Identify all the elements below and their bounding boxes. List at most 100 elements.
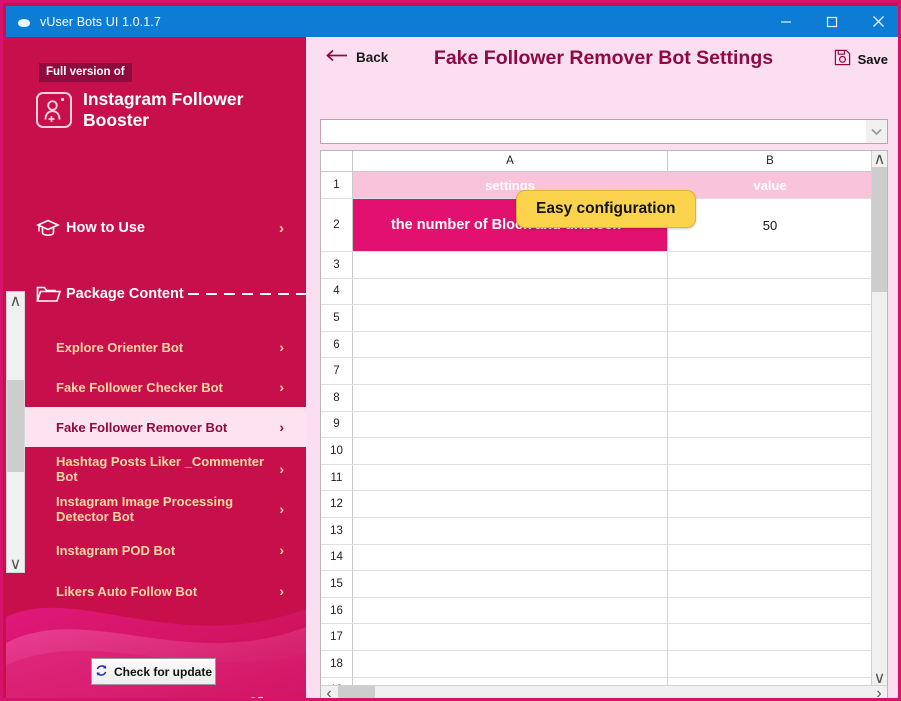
grid-cell-b[interactable] [668,624,873,650]
grid-cell-a[interactable] [353,571,668,597]
row-header[interactable]: 5 [321,305,353,331]
grid-cell-b[interactable]: 50 [668,199,873,251]
row-header[interactable]: 10 [321,438,353,464]
grid-row[interactable]: 18 [321,650,873,678]
grid-cell-a[interactable] [353,305,668,331]
grid-cell-b[interactable]: value [668,172,873,198]
grid-cell-a[interactable] [353,597,668,624]
scroll-left-icon[interactable]: ‹ [321,685,337,699]
grid-row[interactable]: 15 [321,571,873,598]
grid-row[interactable]: 5 [321,305,873,332]
chevron-down-icon[interactable] [866,120,887,143]
scroll-up-icon[interactable]: ∧ [7,292,24,310]
sidebar-item-instagram-pod-bot[interactable]: Instagram POD Bot › [6,530,306,570]
row-header[interactable]: 18 [321,650,353,677]
grid-cell-b[interactable] [668,358,873,384]
grid-cell-a[interactable] [353,624,668,650]
grid-cell-b[interactable] [668,411,873,438]
read-more-link[interactable]: Read more on v-user.com [90,696,264,698]
grid-cell-b[interactable] [668,544,873,571]
scroll-up-icon[interactable]: ∧ [872,151,887,168]
sidebar-item-fake-follower-remover-bot[interactable]: Fake Follower Remover Bot › [6,407,306,447]
row-header[interactable]: 17 [321,624,353,650]
sidebar-item-fake-follower-checker-bot[interactable]: Fake Follower Checker Bot › [6,367,306,407]
grid-cell-a[interactable] [353,331,668,358]
sidebar-scrollbar[interactable]: ∧ ∨ [6,291,25,573]
grid-horizontal-scrollbar[interactable]: ‹ › [321,685,887,699]
grid-cell-b[interactable] [668,571,873,597]
grid-row[interactable]: 8 [321,384,873,412]
row-header[interactable]: 1 [321,172,353,198]
grid-cell-b[interactable] [668,650,873,677]
grid-row[interactable]: 10 [321,438,873,465]
sidebar-item-likers-auto-follow-bot[interactable]: Likers Auto Follow Bot › [6,571,306,611]
close-button[interactable] [855,6,898,37]
grid-corner[interactable] [321,151,353,171]
grid-row[interactable]: 9 [321,411,873,439]
grid-cell-b[interactable] [668,438,873,464]
follower-booster-icon [36,92,72,128]
grid-cell-a[interactable] [353,517,668,544]
grid-row[interactable]: 12 [321,491,873,518]
grid-cell-a[interactable] [353,411,668,438]
save-button[interactable]: Save [834,49,888,69]
grid-cell-b[interactable] [668,597,873,624]
grid-row[interactable]: 6 [321,331,873,359]
settings-combobox[interactable] [320,119,888,144]
row-header[interactable]: 14 [321,544,353,571]
grid-cell-a[interactable] [353,464,668,491]
grid-row[interactable]: 11 [321,464,873,492]
row-header[interactable]: 11 [321,464,353,491]
grid-cell-a[interactable] [353,438,668,464]
check-for-update-button[interactable]: Check for update [91,658,216,685]
maximize-button[interactable] [809,6,855,37]
grid-cell-a[interactable] [353,252,668,278]
grid-cell-a[interactable] [353,278,668,305]
scroll-down-icon[interactable]: ∨ [7,555,24,573]
row-header[interactable]: 15 [321,571,353,597]
grid-cell-b[interactable] [668,464,873,491]
column-header-a[interactable]: A [353,151,668,171]
sidebar-item-hashtag-posts-liker-commenter-bot[interactable]: Hashtag Posts Liker _Commenter Bot › [6,449,306,489]
minimize-button[interactable] [763,6,809,37]
grid-cell-b[interactable] [668,491,873,517]
row-header[interactable]: 7 [321,358,353,384]
grid-vertical-scrollbar[interactable]: ∧ ∨ [871,151,887,687]
grid-cell-a[interactable] [353,491,668,517]
column-header-b[interactable]: B [668,151,873,171]
row-header[interactable]: 6 [321,331,353,358]
row-header[interactable]: 3 [321,252,353,278]
sidebar-scrollbar-thumb[interactable] [7,380,24,472]
grid-vscroll-thumb[interactable] [872,167,887,292]
sidebar-item-instagram-image-processing-detector-bot[interactable]: Instagram Image Processing Detector Bot … [6,489,306,529]
grid-row[interactable]: 14 [321,544,873,572]
grid-row[interactable]: 4 [321,278,873,306]
row-header[interactable]: 2 [321,199,353,251]
grid-cell-b[interactable] [668,278,873,305]
grid-cell-a[interactable] [353,544,668,571]
row-header[interactable]: 8 [321,384,353,411]
grid-row[interactable]: 13 [321,517,873,545]
grid-cell-a[interactable] [353,650,668,677]
sidebar-item-how-to-use[interactable]: How to Use › [6,208,306,248]
row-header[interactable]: 4 [321,278,353,305]
row-header[interactable]: 16 [321,597,353,624]
sidebar-item-explore-orienter-bot[interactable]: Explore Orienter Bot › [6,327,306,367]
grid-hscroll-thumb[interactable] [338,686,375,698]
grid-row[interactable]: 16 [321,597,873,625]
grid-cell-b[interactable] [668,331,873,358]
settings-grid[interactable]: A B 1 settings value 2 the number of Block a… [320,150,888,699]
grid-cell-a[interactable] [353,384,668,411]
row-header[interactable]: 13 [321,517,353,544]
grid-row[interactable]: 7 [321,358,873,385]
grid-cell-b[interactable] [668,252,873,278]
row-header[interactable]: 9 [321,411,353,438]
grid-row[interactable]: 3 [321,252,873,279]
row-header[interactable]: 12 [321,491,353,517]
grid-row[interactable]: 17 [321,624,873,651]
grid-cell-b[interactable] [668,384,873,411]
grid-cell-b[interactable] [668,305,873,331]
grid-cell-a[interactable] [353,358,668,384]
grid-cell-b[interactable] [668,517,873,544]
scroll-right-icon[interactable]: › [871,685,887,699]
